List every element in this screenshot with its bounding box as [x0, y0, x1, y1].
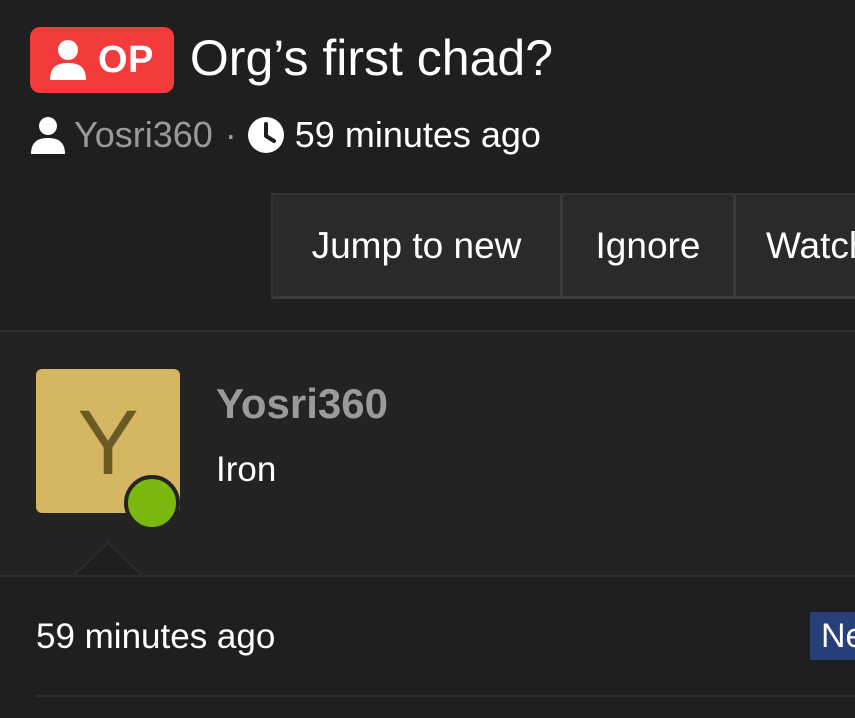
thread-page: OP Org’s first chad? Yosri360 · 59 minut… — [0, 0, 855, 718]
op-badge-label: OP — [98, 38, 154, 81]
post-pointer-arrow — [72, 542, 144, 578]
ignore-button[interactable]: Ignore — [563, 195, 736, 296]
avatar-letter: Y — [77, 391, 139, 494]
watch-button[interactable]: Watch — [736, 195, 855, 296]
thread-time-link[interactable]: 59 minutes ago — [295, 114, 541, 156]
thread-title: Org’s first chad? — [189, 30, 554, 86]
thread-meta: Yosri360 · 59 minutes ago — [30, 114, 541, 156]
op-badge: OP — [30, 27, 174, 93]
post-divider — [0, 575, 855, 577]
post-username-link[interactable]: Yosri360 — [216, 380, 388, 428]
post-time-link[interactable]: 59 minutes ago — [36, 617, 275, 657]
user-icon — [31, 117, 65, 154]
post-user-block: Y Yosri360 Iron — [0, 332, 855, 575]
thread-author-link[interactable]: Yosri360 — [74, 114, 213, 156]
online-status-indicator — [124, 475, 180, 531]
post-meta-divider — [36, 695, 855, 697]
jump-to-new-button[interactable]: Jump to new — [273, 195, 563, 296]
post-user-title: Iron — [216, 450, 277, 489]
thread-title-row: OP Org’s first chad? — [30, 27, 553, 93]
thread-action-bar: Jump to new Ignore Watch — [271, 193, 855, 299]
user-icon — [50, 40, 86, 80]
clock-icon — [247, 117, 284, 153]
meta-separator: · — [224, 114, 237, 155]
new-badge: New — [810, 612, 855, 660]
